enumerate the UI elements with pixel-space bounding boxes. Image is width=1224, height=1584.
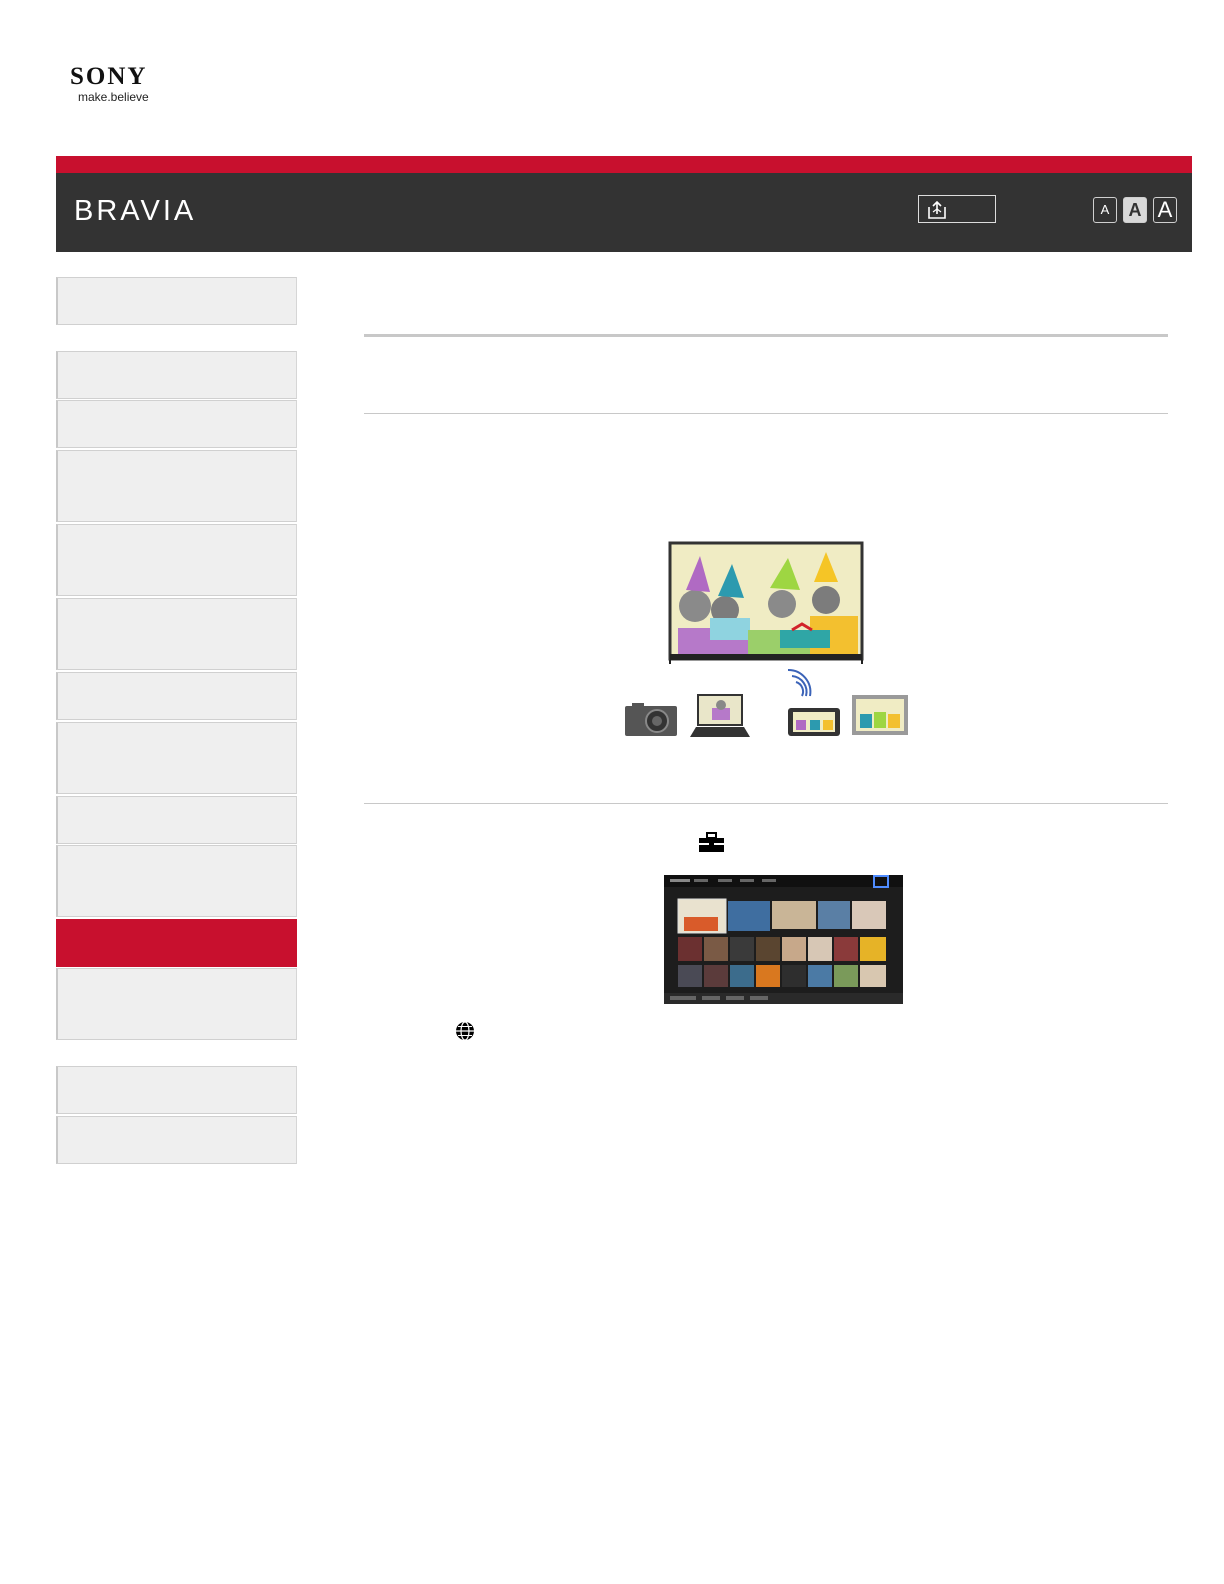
logo-brand: SONY <box>70 63 148 90</box>
title-divider <box>364 334 1168 337</box>
sidebar-item[interactable] <box>56 598 297 670</box>
sidebar-top-button[interactable] <box>56 277 297 325</box>
font-size-medium-button[interactable]: A <box>1123 197 1147 223</box>
home-menu-screenshot <box>664 875 903 1004</box>
sidebar-item-active[interactable] <box>56 919 297 967</box>
sidebar-item[interactable] <box>56 722 297 794</box>
share-icon <box>928 200 946 219</box>
font-size-small-button[interactable]: A <box>1093 197 1117 223</box>
sidebar-item[interactable] <box>56 524 297 596</box>
share-button[interactable] <box>918 195 996 223</box>
product-title: BRAVIA <box>74 195 197 227</box>
sidebar-item[interactable] <box>56 400 297 448</box>
sidebar-bottom-item[interactable] <box>56 1116 297 1164</box>
globe-icon <box>456 1021 474 1041</box>
section-divider <box>364 413 1168 414</box>
accent-bar <box>56 156 1192 173</box>
logo-tagline: make.believe <box>78 90 149 104</box>
toolbox-icon <box>699 832 724 852</box>
sidebar-item[interactable] <box>56 672 297 720</box>
sidebar-bottom-item[interactable] <box>56 1066 297 1114</box>
sidebar-item[interactable] <box>56 796 297 844</box>
sidebar-item[interactable] <box>56 845 297 917</box>
section-divider <box>364 803 1168 804</box>
tv-devices-illustration <box>625 541 908 737</box>
sidebar-item[interactable] <box>56 968 297 1040</box>
header-bar: BRAVIA A A A <box>56 173 1192 252</box>
sony-logo: SONY make.believe <box>70 63 180 105</box>
sidebar-item[interactable] <box>56 351 297 399</box>
sidebar-item[interactable] <box>56 450 297 522</box>
font-size-large-button[interactable]: A <box>1153 197 1177 223</box>
